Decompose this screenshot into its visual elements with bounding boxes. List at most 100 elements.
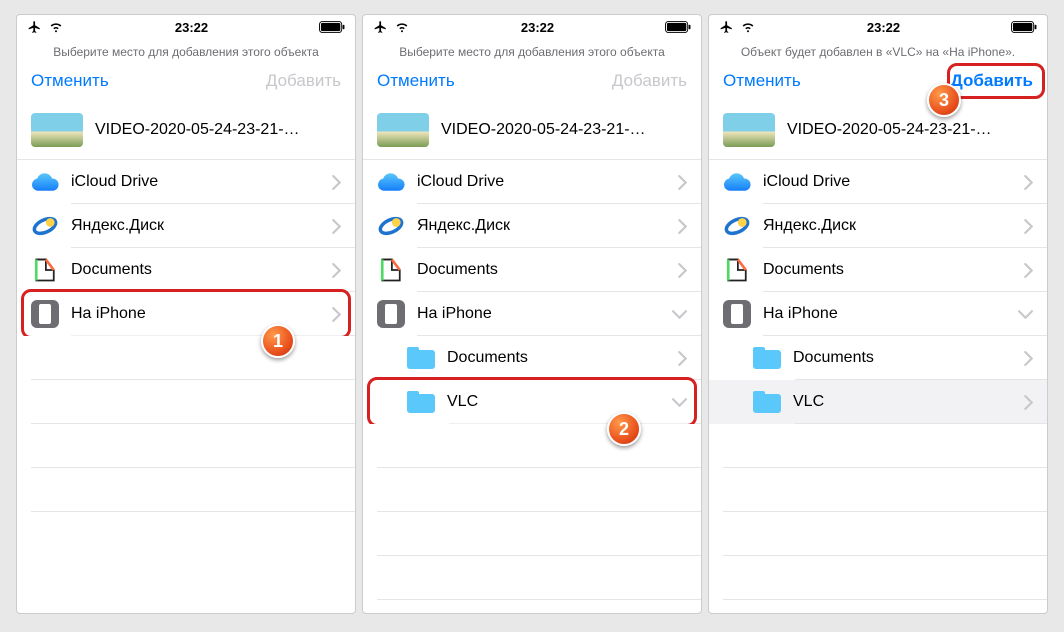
location-label: На iPhone xyxy=(417,305,660,323)
empty-row xyxy=(17,380,355,424)
location-row-documents[interactable]: Documents xyxy=(363,248,701,292)
documents-app-icon xyxy=(377,256,405,284)
location-list: iCloud DriveЯндекс.ДискDocumentsНа iPhon… xyxy=(17,159,355,512)
location-row-icloud[interactable]: iCloud Drive xyxy=(363,160,701,204)
chevron-right-icon xyxy=(1024,395,1033,410)
location-label: На iPhone xyxy=(763,305,1006,323)
battery-icon xyxy=(319,21,345,33)
nav-bar: ОтменитьДобавить xyxy=(363,65,701,101)
chevron-down-icon xyxy=(672,310,687,319)
chevron-down-icon xyxy=(672,398,687,407)
location-row-folder[interactable]: VLC xyxy=(709,380,1047,424)
cancel-button[interactable]: Отменить xyxy=(31,71,109,91)
picker-instruction: Выберите место для добавления этого объе… xyxy=(17,39,355,65)
video-thumbnail xyxy=(377,113,429,147)
location-label: Documents xyxy=(417,261,666,279)
yandex-disk-icon xyxy=(31,212,59,240)
picker-instruction: Выберите место для добавления этого объе… xyxy=(363,39,701,65)
wifi-icon xyxy=(48,21,64,33)
file-name-label: VIDEO-2020-05-24-23-21-… xyxy=(787,121,992,139)
airplane-mode-icon xyxy=(373,20,388,34)
folder-icon xyxy=(753,347,781,369)
step-badge: 2 xyxy=(607,412,641,446)
empty-row xyxy=(709,512,1047,556)
location-row-iphone[interactable]: На iPhone xyxy=(709,292,1047,336)
location-row-icloud[interactable]: iCloud Drive xyxy=(709,160,1047,204)
phone-screen-2: 23:22Выберите место для добавления этого… xyxy=(362,14,702,614)
nav-bar: ОтменитьДобавить3 xyxy=(709,65,1047,101)
chevron-right-icon xyxy=(678,351,687,366)
add-button[interactable]: Добавить xyxy=(951,71,1033,91)
location-row-iphone[interactable]: На iPhone xyxy=(363,292,701,336)
battery-icon xyxy=(1011,21,1037,33)
location-row-icloud[interactable]: iCloud Drive xyxy=(17,160,355,204)
empty-row xyxy=(363,468,701,512)
location-row-yandex[interactable]: Яндекс.Диск xyxy=(363,204,701,248)
on-iphone-icon xyxy=(723,300,751,328)
empty-row xyxy=(17,468,355,512)
icloud-icon xyxy=(723,172,751,192)
folder-icon xyxy=(407,347,435,369)
chevron-right-icon xyxy=(332,307,341,322)
cancel-button[interactable]: Отменить xyxy=(723,71,801,91)
chevron-right-icon xyxy=(678,175,687,190)
add-button: Добавить xyxy=(266,71,341,91)
chevron-down-icon xyxy=(1018,310,1033,319)
cancel-button[interactable]: Отменить xyxy=(377,71,455,91)
documents-app-icon xyxy=(723,256,751,284)
wifi-icon xyxy=(740,21,756,33)
location-list: iCloud Drive Яндекс.Диск Documents На iPhon… xyxy=(363,159,701,600)
folder-icon xyxy=(407,391,435,413)
chevron-right-icon xyxy=(1024,219,1033,234)
location-label: Documents xyxy=(447,349,666,367)
file-name-label: VIDEO-2020-05-24-23-21-… xyxy=(95,121,300,139)
airplane-mode-icon xyxy=(719,20,734,34)
location-label: Яндекс.Диск xyxy=(763,217,1012,235)
status-bar: 23:22 xyxy=(17,15,355,39)
empty-row xyxy=(17,336,355,380)
location-row-yandex[interactable]: Яндекс.Диск xyxy=(17,204,355,248)
location-row-iphone[interactable]: На iPhone1 xyxy=(17,292,355,336)
empty-row xyxy=(709,556,1047,600)
step-badge: 1 xyxy=(261,324,295,358)
empty-row xyxy=(363,424,701,468)
on-iphone-icon xyxy=(31,300,59,328)
chevron-right-icon xyxy=(678,219,687,234)
icloud-icon xyxy=(31,172,59,192)
airplane-mode-icon xyxy=(27,20,42,34)
video-thumbnail xyxy=(723,113,775,147)
location-row-folder[interactable]: VLC2 xyxy=(363,380,701,424)
chevron-right-icon xyxy=(1024,351,1033,366)
icloud-icon xyxy=(377,172,405,192)
empty-row xyxy=(709,468,1047,512)
location-label: iCloud Drive xyxy=(71,173,320,191)
location-label: Documents xyxy=(793,349,1012,367)
picker-instruction: Объект будет добавлен в «VLC» на «На iPh… xyxy=(709,39,1047,65)
location-label: iCloud Drive xyxy=(417,173,666,191)
file-row: VIDEO-2020-05-24-23-21-… xyxy=(363,101,701,159)
on-iphone-icon xyxy=(377,300,405,328)
chevron-right-icon xyxy=(332,263,341,278)
location-row-documents[interactable]: Documents xyxy=(709,248,1047,292)
location-row-folder[interactable]: Documents xyxy=(709,336,1047,380)
location-label: iCloud Drive xyxy=(763,173,1012,191)
location-label: Яндекс.Диск xyxy=(417,217,666,235)
file-row: VIDEO-2020-05-24-23-21-… xyxy=(709,101,1047,159)
location-row-yandex[interactable]: Яндекс.Диск xyxy=(709,204,1047,248)
location-row-folder[interactable]: Documents xyxy=(363,336,701,380)
yandex-disk-icon xyxy=(723,212,751,240)
file-name-label: VIDEO-2020-05-24-23-21-… xyxy=(441,121,646,139)
nav-bar: Отменить Добавить xyxy=(17,65,355,101)
chevron-right-icon xyxy=(332,219,341,234)
location-label: На iPhone xyxy=(71,305,320,323)
chevron-right-icon xyxy=(1024,263,1033,278)
step-badge: 3 xyxy=(927,83,961,117)
empty-row xyxy=(17,424,355,468)
video-thumbnail xyxy=(31,113,83,147)
documents-app-icon xyxy=(31,256,59,284)
location-row-documents[interactable]: Documents xyxy=(17,248,355,292)
location-label: VLC xyxy=(447,393,660,411)
wifi-icon xyxy=(394,21,410,33)
empty-row xyxy=(709,424,1047,468)
file-row: VIDEO-2020-05-24-23-21-… xyxy=(17,101,355,159)
